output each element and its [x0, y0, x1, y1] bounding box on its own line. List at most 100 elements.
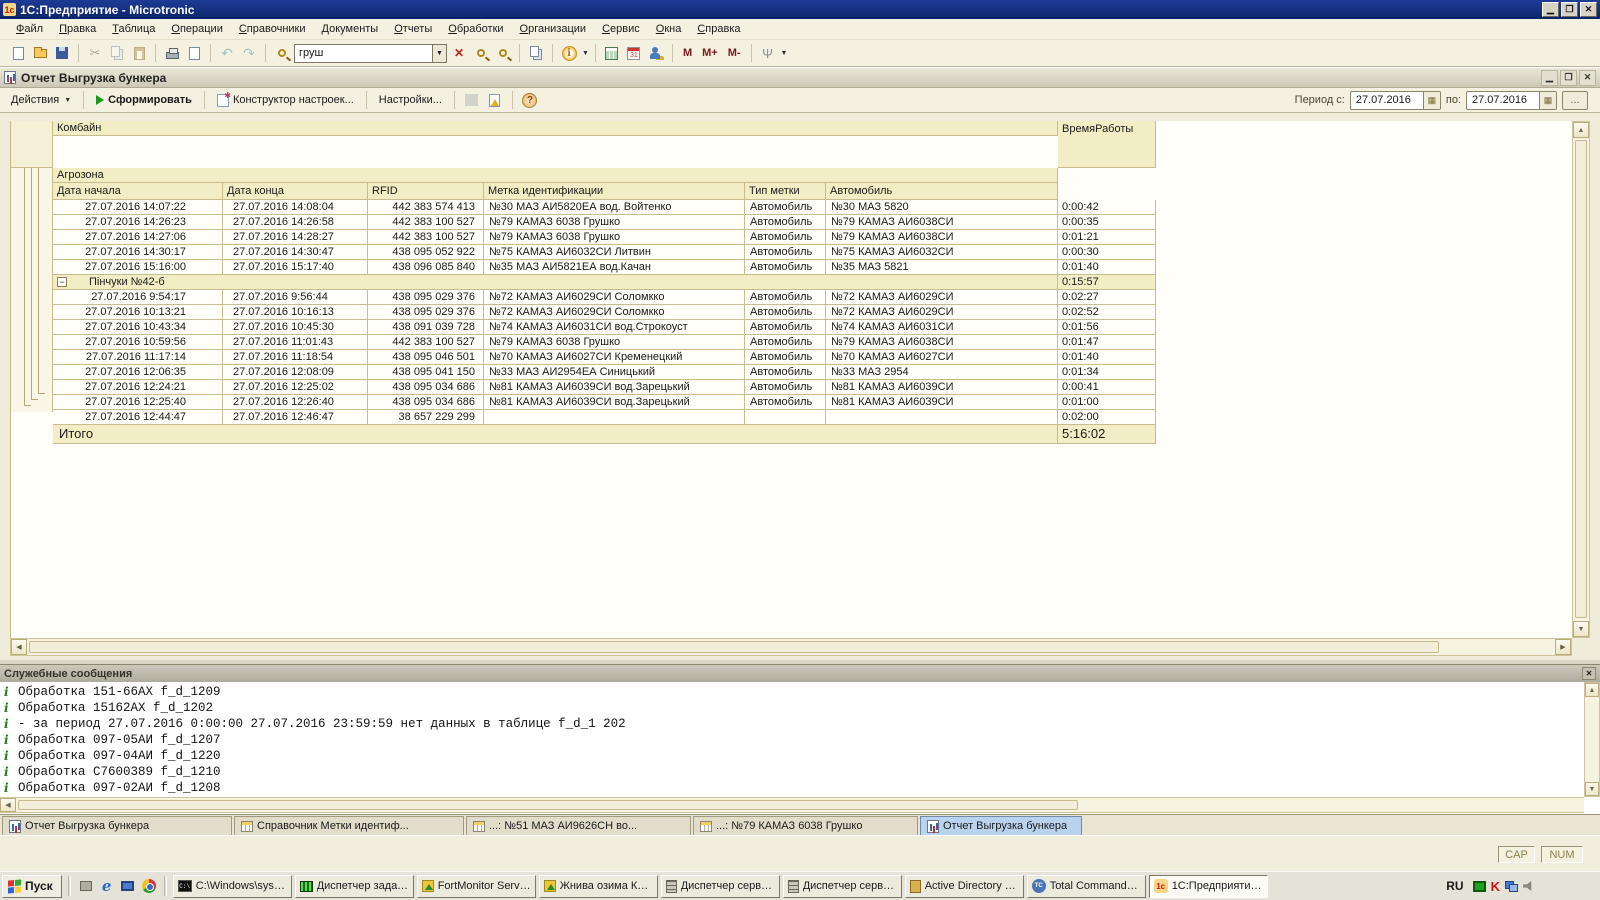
cell[interactable]: 0:02:27	[1058, 290, 1156, 305]
cell[interactable]: Автомобиль	[745, 245, 826, 260]
menu-item-Справочники[interactable]: Справочники	[231, 20, 314, 38]
memory-plus-button[interactable]: M+	[698, 47, 722, 59]
cell[interactable]: 27.07.2016 10:43:34	[53, 320, 223, 335]
window-tab[interactable]: ...: №51 МАЗ АИ9626СН во...	[466, 816, 691, 835]
taskbar-button[interactable]: Диспетчер сервера	[783, 875, 902, 898]
taskbar-button[interactable]: FortMonitor Server V...	[417, 875, 536, 898]
menu-item-Правка[interactable]: Правка	[51, 20, 104, 38]
tools-button[interactable]: Ψ	[758, 43, 778, 63]
report-sheet[interactable]: Комбайн ВремяРаботы Агрозона Дата начала…	[10, 121, 1572, 638]
cell[interactable]: №70 КАМАЗ АИ6027СИ	[826, 350, 1058, 365]
cell[interactable]: Автомобиль	[745, 320, 826, 335]
cell[interactable]: 442 383 100 527	[368, 335, 484, 350]
cell[interactable]: Автомобиль	[745, 395, 826, 410]
header-agrozona[interactable]: Агрозона	[53, 168, 1058, 183]
cell[interactable]: 27.07.2016 14:30:47	[223, 245, 368, 260]
quick-launch-chrome-icon[interactable]	[140, 877, 158, 895]
menu-item-Справка[interactable]: Справка	[689, 20, 748, 38]
cell[interactable]: 27.07.2016 12:08:09	[223, 365, 368, 380]
cell[interactable]: 27.07.2016 14:08:04	[223, 200, 368, 215]
cell[interactable]: Автомобиль	[745, 365, 826, 380]
tray-monitor-icon[interactable]	[1473, 881, 1486, 892]
quick-launch-printer-icon[interactable]	[77, 877, 95, 895]
menu-item-Операции[interactable]: Операции	[163, 20, 230, 38]
period-to-value[interactable]: 27.07.2016	[1467, 92, 1539, 109]
messages-horizontal-scrollbar[interactable]: ◀	[0, 797, 1584, 813]
cell[interactable]: 27.07.2016 11:18:54	[223, 350, 368, 365]
cell[interactable]: №72 КАМАЗ АИ6029СИ Соломкко	[484, 305, 745, 320]
cell[interactable]: №72 КАМАЗ АИ6029СИ Соломкко	[484, 290, 745, 305]
search-combobox[interactable]: груш ▼	[294, 44, 447, 63]
cell[interactable]: №30 МАЗ АИ5820ЕА вод. Войтенко	[484, 200, 745, 215]
column-header[interactable]: RFID	[368, 183, 484, 200]
cell[interactable]: 438 095 034 686	[368, 380, 484, 395]
menu-item-Окна[interactable]: Окна	[648, 20, 690, 38]
settings-constructor-button[interactable]: Конструктор настроек...	[212, 92, 359, 109]
cell[interactable]: 27.07.2016 12:24:21	[53, 380, 223, 395]
chevron-down-icon[interactable]: ▼	[432, 44, 447, 63]
cell[interactable]: 0:01:40	[1058, 260, 1156, 275]
cell[interactable]: 27.07.2016 12:25:02	[223, 380, 368, 395]
chevron-down-icon[interactable]: ▼	[781, 50, 788, 57]
open-button[interactable]	[30, 43, 50, 63]
start-button[interactable]: Пуск	[2, 875, 62, 898]
cell[interactable]: №79 КАМАЗ АИ6038СИ	[826, 230, 1058, 245]
period-from-value[interactable]: 27.07.2016	[1351, 92, 1423, 109]
settings-button[interactable]: Настройки...	[374, 92, 447, 108]
cell[interactable]: 0:00:42	[1058, 200, 1156, 215]
header-time-column[interactable]: ВремяРаботы	[1058, 121, 1156, 168]
taskbar-button[interactable]: Active Directory - по...	[905, 875, 1024, 898]
actions-button[interactable]: Действия ▼	[6, 92, 76, 108]
cell[interactable]: 27.07.2016 15:16:00	[53, 260, 223, 275]
cell[interactable]: 0:00:41	[1058, 380, 1156, 395]
cell[interactable]: Автомобиль	[745, 290, 826, 305]
cell[interactable]: №35 МАЗ АИ5821ЕА вод.Качан	[484, 260, 745, 275]
cell[interactable]: №72 КАМАЗ АИ6029СИ	[826, 290, 1058, 305]
vertical-scrollbar[interactable]: ▲ ▼	[1572, 121, 1590, 638]
close-icon[interactable]: ✕	[1582, 667, 1596, 680]
cell[interactable]: 38 657 229 299	[368, 410, 484, 425]
cell[interactable]: Автомобиль	[745, 200, 826, 215]
cell[interactable]: №75 КАМАЗ АИ6032СИ	[826, 245, 1058, 260]
group-time-cell[interactable]: 0:15:57	[1058, 275, 1156, 290]
messages-vertical-scrollbar[interactable]: ▲ ▼	[1584, 682, 1600, 797]
cell[interactable]: 27.07.2016 15:17:40	[223, 260, 368, 275]
cell[interactable]: №30 МАЗ 5820	[826, 200, 1058, 215]
cell[interactable]: Автомобиль	[745, 380, 826, 395]
cell[interactable]: №33 МАЗ 2954	[826, 365, 1058, 380]
print-button[interactable]	[162, 43, 182, 63]
cell[interactable]: 27.07.2016 14:07:22	[53, 200, 223, 215]
cell[interactable]: 438 096 085 840	[368, 260, 484, 275]
cell[interactable]: 0:01:00	[1058, 395, 1156, 410]
cell[interactable]: №33 МАЗ АИ2954ЕА Синицький	[484, 365, 745, 380]
scrollbar-thumb[interactable]	[18, 800, 1078, 810]
taskbar-button[interactable]: 1с1С:Предприятие -...	[1149, 875, 1268, 898]
column-header[interactable]: Автомобиль	[826, 183, 1058, 200]
menu-item-Отчеты[interactable]: Отчеты	[386, 20, 440, 38]
period-from-field[interactable]: 27.07.2016 ▦	[1350, 91, 1441, 110]
window-tab[interactable]: Справочник Метки идентиф...	[234, 816, 464, 835]
cell[interactable]: 27.07.2016 11:01:43	[223, 335, 368, 350]
window-tab[interactable]: ...: №79 КАМАЗ 6038 Грушко	[693, 816, 918, 835]
find-next-button[interactable]	[471, 43, 491, 63]
cell[interactable]: 27.07.2016 14:28:27	[223, 230, 368, 245]
scrollbar-thumb[interactable]	[29, 641, 1439, 653]
close-icon[interactable]: ✕	[1579, 70, 1596, 86]
group-label-cell[interactable]: −Пінчуки №42-б	[53, 275, 1058, 290]
cell[interactable]: №79 КАМАЗ 6038 Грушко	[484, 335, 745, 350]
restore-icon[interactable]: ❐	[1561, 2, 1578, 17]
menu-item-Таблица[interactable]: Таблица	[104, 20, 163, 38]
cell[interactable]: №70 КАМАЗ АИ6027СИ Кременецкий	[484, 350, 745, 365]
paste-button[interactable]	[129, 43, 149, 63]
total-label[interactable]: Итого	[53, 425, 1058, 444]
cell[interactable]: 0:00:35	[1058, 215, 1156, 230]
help-button[interactable]: ?	[520, 90, 540, 110]
cut-button[interactable]: ✂	[85, 43, 105, 63]
cell[interactable]: 27.07.2016 14:30:17	[53, 245, 223, 260]
minimize-icon[interactable]: ▁	[1541, 70, 1558, 86]
cell[interactable]: 27.07.2016 12:06:35	[53, 365, 223, 380]
cell[interactable]: 27.07.2016 9:54:17	[53, 290, 223, 305]
scroll-down-icon[interactable]: ▼	[1585, 782, 1599, 796]
cell[interactable]: 0:01:47	[1058, 335, 1156, 350]
cell[interactable]: Автомобиль	[745, 260, 826, 275]
